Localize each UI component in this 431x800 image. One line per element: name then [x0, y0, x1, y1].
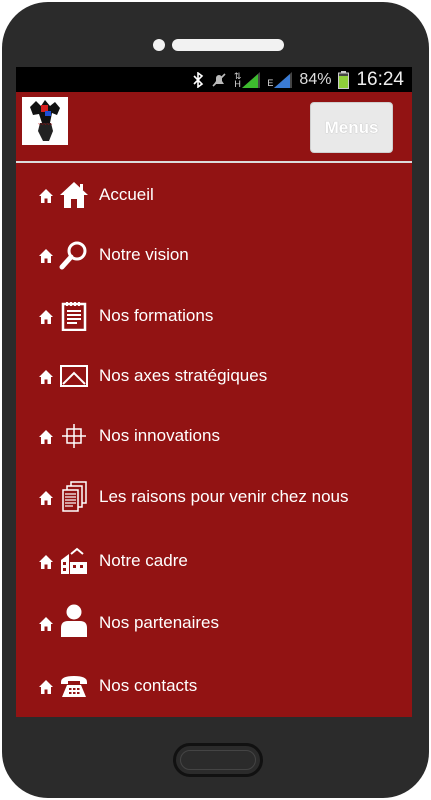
crosshair-icon — [62, 424, 86, 448]
menu-item-label: Nos axes stratégiques — [99, 366, 268, 385]
app-header: ~~~~~ Menus — [16, 92, 412, 163]
menus-button[interactable]: Menus — [310, 102, 393, 153]
home-bullet-icon — [39, 491, 53, 505]
home-bullet-icon — [39, 555, 53, 569]
home-bullet-icon — [39, 370, 53, 384]
earpiece-speaker — [172, 39, 284, 51]
battery-percent: 84% — [299, 70, 332, 88]
menu-item-label: Accueil — [99, 185, 154, 204]
mountain-frame-icon — [60, 365, 88, 387]
network-e-label: E — [267, 77, 274, 88]
telephone-icon — [61, 676, 87, 697]
menu-item-notre-cadre[interactable]: Notre cadre — [16, 542, 412, 582]
home-bullet-icon — [39, 680, 53, 694]
battery-icon — [338, 70, 350, 89]
mute-icon — [211, 72, 227, 88]
menu-item-nos-axes-strategiques[interactable]: Nos axes stratégiques — [16, 357, 412, 397]
menu-item-accueil[interactable]: Accueil — [16, 176, 412, 216]
menu-item-label: Nos partenaires — [99, 613, 220, 632]
svg-text:~~~~~: ~~~~~ — [38, 122, 53, 128]
menu-item-notre-vision[interactable]: Notre vision — [16, 236, 412, 276]
home-bullet-icon — [39, 617, 53, 631]
home-button[interactable] — [173, 743, 263, 777]
status-bar: ⇅ H E 84% 16:24 — [16, 67, 412, 92]
menu-item-label: Nos innovations — [99, 426, 220, 445]
bluetooth-icon — [192, 71, 204, 88]
menu-item-label: Notre cadre — [99, 551, 188, 570]
magnifier-icon — [59, 241, 87, 270]
front-camera — [153, 39, 165, 51]
school-logo-icon[interactable]: ~~~~~ — [22, 97, 68, 145]
home-bullet-icon — [39, 310, 53, 324]
home-bullet-icon — [39, 430, 53, 444]
network-h-label: H — [234, 78, 241, 89]
building-icon — [61, 547, 87, 574]
menu-item-label: Nos contacts — [99, 676, 198, 695]
home-bullet-icon — [39, 249, 53, 263]
menu-item-nos-formations[interactable]: Nos formations — [16, 297, 412, 337]
menu-item-nos-partenaires[interactable]: Nos partenaires — [16, 604, 412, 644]
menu-item-nos-contacts[interactable]: Nos contacts — [16, 667, 412, 707]
signal-h-icon: ⇅ H — [234, 71, 261, 89]
menu-item-nos-innovations[interactable]: Nos innovations — [16, 417, 412, 457]
notepad-icon — [61, 302, 87, 331]
menu-item-label: Les raisons pour venir chez nous — [99, 487, 349, 506]
menu-item-label: Nos formations — [99, 306, 214, 325]
signal-e-icon: E — [267, 71, 293, 88]
clock: 16:24 — [356, 68, 404, 90]
house-icon — [60, 182, 88, 208]
documents-icon — [62, 481, 87, 512]
person-icon — [61, 604, 87, 637]
menu-item-label: Notre vision — [99, 245, 189, 264]
app-screen: ⇅ H E 84% 16:24 ~~~~~ Menus Accueil Notr… — [16, 67, 412, 717]
menu-item-les-raisons[interactable]: Les raisons pour venir chez nous — [16, 478, 412, 518]
home-bullet-icon — [39, 189, 53, 203]
